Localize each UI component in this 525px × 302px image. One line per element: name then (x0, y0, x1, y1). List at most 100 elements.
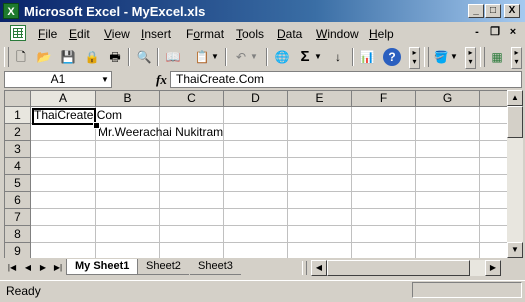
menu-edit[interactable]: Edit (69, 27, 90, 41)
sort-ascending-icon[interactable]: ↓ (329, 48, 347, 66)
scroll-down-icon[interactable]: ▼ (507, 242, 523, 258)
select-all-button[interactable] (5, 91, 31, 107)
worksheet-grid[interactable]: A B C D E F G 1 2 3 4 5 6 7 8 9 ThaiCrea… (4, 90, 507, 258)
gridline (479, 107, 480, 258)
row-header-6[interactable]: 6 (5, 192, 31, 209)
row-header-8[interactable]: 8 (5, 226, 31, 243)
paste-icon[interactable]: 📋 (193, 48, 211, 66)
sheet-tab-sheet3[interactable]: Sheet3 (190, 259, 241, 275)
gridline (31, 225, 507, 226)
close-button[interactable]: X (504, 4, 520, 18)
restore-button[interactable]: □ (485, 4, 501, 18)
toolbar-options-chevron[interactable]: ▸ ▾ (409, 47, 420, 69)
column-header-f[interactable]: F (352, 91, 416, 107)
last-sheet-icon[interactable]: ▶| (52, 262, 64, 274)
column-header-b[interactable]: B (96, 91, 160, 107)
row-header-7[interactable]: 7 (5, 209, 31, 226)
insert-function-icon[interactable]: fx (156, 72, 167, 88)
row-header-5[interactable]: 5 (5, 175, 31, 192)
vertical-scrollbar[interactable]: ▲ ▼ (507, 90, 523, 258)
next-sheet-icon[interactable]: ▶ (37, 262, 49, 274)
column-header-h[interactable] (480, 91, 507, 107)
name-box[interactable]: A1 (4, 71, 112, 88)
row-header-3[interactable]: 3 (5, 141, 31, 158)
tab-split-handle[interactable] (302, 261, 307, 275)
menu-tools[interactable]: Tools (236, 27, 264, 41)
help-icon[interactable]: ? (383, 48, 401, 66)
hyperlink-icon[interactable]: 🌐 (273, 48, 291, 66)
gridline (415, 107, 416, 258)
status-text: Ready (6, 284, 41, 298)
toolbar-options-chevron[interactable]: ▸ ▾ (465, 47, 476, 69)
autosum-dropdown-icon[interactable]: ▼ (313, 48, 323, 66)
previous-sheet-icon[interactable]: ◀ (22, 262, 34, 274)
row-header-4[interactable]: 4 (5, 158, 31, 175)
excel-app-icon[interactable]: X (3, 3, 19, 19)
menu-help[interactable]: Help (369, 27, 394, 41)
gridline (31, 191, 507, 192)
fill-color-icon[interactable]: 🪣 (432, 48, 450, 66)
paste-dropdown-icon[interactable]: ▼ (210, 48, 220, 66)
print-preview-icon[interactable]: 🔍 (135, 48, 153, 66)
autosum-icon[interactable]: Σ (296, 48, 314, 66)
row-header-1[interactable]: 1 (5, 107, 31, 124)
menu-data[interactable]: Data (277, 27, 302, 41)
scroll-right-icon[interactable]: ▶ (485, 260, 501, 276)
scroll-left-icon[interactable]: ◀ (311, 260, 327, 276)
formula-input[interactable]: ThaiCreate.Com (170, 71, 522, 88)
research-icon[interactable]: 📖 (164, 48, 182, 66)
gridline (287, 107, 288, 258)
gridline (31, 242, 507, 243)
drawing-icon[interactable]: ▦ (488, 48, 506, 66)
fill-color-dropdown-icon[interactable]: ▼ (449, 48, 459, 66)
menu-file[interactable]: File (38, 27, 57, 41)
sheet-tab-my-sheet1[interactable]: My Sheet1 (66, 259, 139, 275)
new-icon[interactable]: 🗋 (12, 48, 30, 66)
horizontal-scrollbar[interactable]: ◀ ▶ (311, 260, 501, 276)
column-header-a[interactable]: A (31, 91, 96, 107)
window-title: Microsoft Excel - MyExcel.xls (24, 4, 206, 19)
gridline (351, 107, 352, 258)
first-sheet-icon[interactable]: |◀ (6, 262, 18, 274)
toolbar-options-chevron[interactable]: ▸ ▾ (511, 47, 522, 69)
gridline (31, 208, 507, 209)
print-icon[interactable]: 🖶 (106, 48, 124, 66)
workbook-restore-button[interactable]: ❐ (488, 25, 502, 39)
column-header-d[interactable]: D (224, 91, 288, 107)
minimize-button[interactable]: _ (468, 4, 484, 18)
toolbar-separator (352, 48, 354, 66)
open-icon[interactable]: 📂 (35, 48, 53, 66)
horizontal-scroll-thumb[interactable] (327, 260, 470, 276)
workbook-icon[interactable] (10, 25, 26, 41)
gridline (31, 174, 507, 175)
undo-icon[interactable]: ↶ (232, 48, 250, 66)
active-cell-border (32, 108, 96, 125)
workbook-close-button[interactable]: × (506, 25, 520, 39)
menu-window[interactable]: Window (316, 27, 359, 41)
status-panel (412, 282, 522, 298)
menu-format[interactable]: Format (186, 27, 224, 41)
toolbar-grip[interactable] (424, 47, 429, 67)
fill-handle[interactable] (93, 122, 100, 129)
column-header-e[interactable]: E (288, 91, 352, 107)
workbook-minimize-button[interactable]: - (470, 25, 484, 39)
vertical-scroll-thumb[interactable] (507, 106, 523, 138)
column-header-g[interactable]: G (416, 91, 480, 107)
menu-view[interactable]: View (104, 27, 130, 41)
menu-insert[interactable]: Insert (141, 27, 171, 41)
scroll-up-icon[interactable]: ▲ (507, 90, 523, 106)
toolbar-grip[interactable] (480, 47, 485, 67)
toolbar-separator (128, 48, 130, 66)
name-box-dropdown-icon[interactable]: ▼ (100, 72, 110, 87)
save-icon[interactable]: 💾 (59, 48, 77, 66)
row-header-9[interactable]: 9 (5, 243, 31, 258)
toolbar-grip[interactable] (4, 47, 9, 67)
permission-icon[interactable]: 🔒 (83, 48, 101, 66)
sheet-tab-sheet2[interactable]: Sheet2 (138, 259, 189, 275)
row-header-2[interactable]: 2 (5, 124, 31, 141)
chart-wizard-icon[interactable]: 📊 (358, 48, 376, 66)
cell-b2[interactable]: Mr.Weerachai Nukitram (96, 124, 223, 141)
column-header-c[interactable]: C (160, 91, 224, 107)
undo-dropdown-icon[interactable]: ▼ (249, 48, 259, 66)
toolbar-separator (157, 48, 159, 66)
